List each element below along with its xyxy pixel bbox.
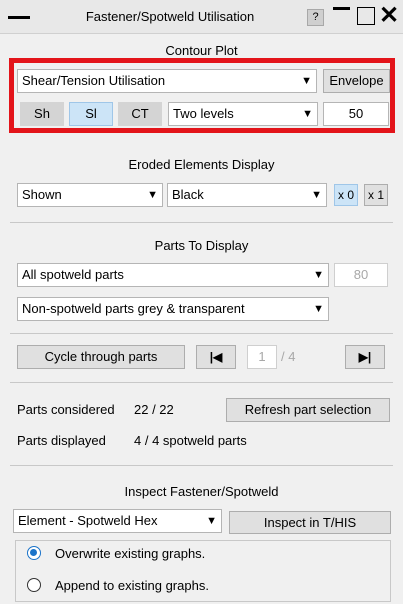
- minimize-icon[interactable]: [333, 7, 350, 10]
- maximize-icon[interactable]: [357, 7, 375, 25]
- dropdown-arrow-icon: ▼: [147, 189, 158, 201]
- divider: [10, 222, 393, 223]
- eroded-color-dropdown[interactable]: Black ▼: [167, 183, 327, 207]
- dropdown-arrow-icon: ▼: [311, 189, 322, 201]
- parts-filter-value: All spotweld parts: [22, 267, 124, 282]
- overwrite-radio-label[interactable]: Overwrite existing graphs.: [55, 546, 205, 561]
- close-icon[interactable]: ✕: [377, 4, 401, 29]
- eroded-display-value: Shown: [22, 187, 62, 202]
- eroded-display-dropdown[interactable]: Shown ▼: [17, 183, 163, 207]
- overwrite-radio[interactable]: [27, 546, 41, 560]
- parts-filter-dropdown[interactable]: All spotweld parts ▼: [17, 263, 329, 287]
- first-page-icon[interactable]: |◀: [196, 345, 236, 369]
- contour-plot-heading: Contour Plot: [165, 43, 238, 58]
- append-radio[interactable]: [27, 578, 41, 592]
- eroded-elements-heading: Eroded Elements Display: [128, 157, 275, 172]
- inspect-in-this-button[interactable]: Inspect in T/HIS: [229, 511, 391, 534]
- inspect-heading: Inspect Fastener/Spotweld: [124, 484, 279, 499]
- cycle-parts-button[interactable]: Cycle through parts: [17, 345, 185, 369]
- nonspotweld-display-value: Non-spotweld parts grey & transparent: [22, 301, 245, 316]
- page-number-input[interactable]: 1: [247, 345, 277, 369]
- x0-button[interactable]: x 0: [334, 184, 358, 206]
- parts-to-display-heading: Parts To Display: [154, 238, 249, 253]
- append-radio-label[interactable]: Append to existing graphs.: [55, 578, 209, 593]
- dropdown-arrow-icon: ▼: [206, 515, 217, 527]
- window-menu-icon[interactable]: [8, 16, 30, 19]
- help-button[interactable]: ?: [307, 9, 324, 26]
- x1-button[interactable]: x 1: [364, 184, 388, 206]
- parts-considered-value: 22 / 22: [134, 402, 174, 417]
- highlight-box: [9, 58, 395, 133]
- parts-displayed-value: 4 / 4 spotweld parts: [134, 433, 247, 448]
- refresh-part-selection-button[interactable]: Refresh part selection: [226, 398, 390, 422]
- last-page-icon[interactable]: ▶|: [345, 345, 385, 369]
- parts-displayed-label: Parts displayed: [17, 433, 106, 448]
- dropdown-arrow-icon: ▼: [313, 303, 324, 315]
- parts-count-input[interactable]: 80: [334, 263, 388, 287]
- dropdown-arrow-icon: ▼: [313, 269, 324, 281]
- page-total-label: / 4: [281, 349, 296, 364]
- divider: [10, 465, 393, 466]
- eroded-color-value: Black: [172, 187, 204, 202]
- element-type-value: Element - Spotweld Hex: [18, 513, 158, 528]
- nonspotweld-display-dropdown[interactable]: Non-spotweld parts grey & transparent ▼: [17, 297, 329, 321]
- window-title: Fastener/Spotweld Utilisation: [85, 9, 255, 24]
- divider: [10, 382, 393, 383]
- parts-considered-label: Parts considered: [17, 402, 115, 417]
- divider: [10, 333, 393, 334]
- element-type-dropdown[interactable]: Element - Spotweld Hex ▼: [13, 509, 222, 533]
